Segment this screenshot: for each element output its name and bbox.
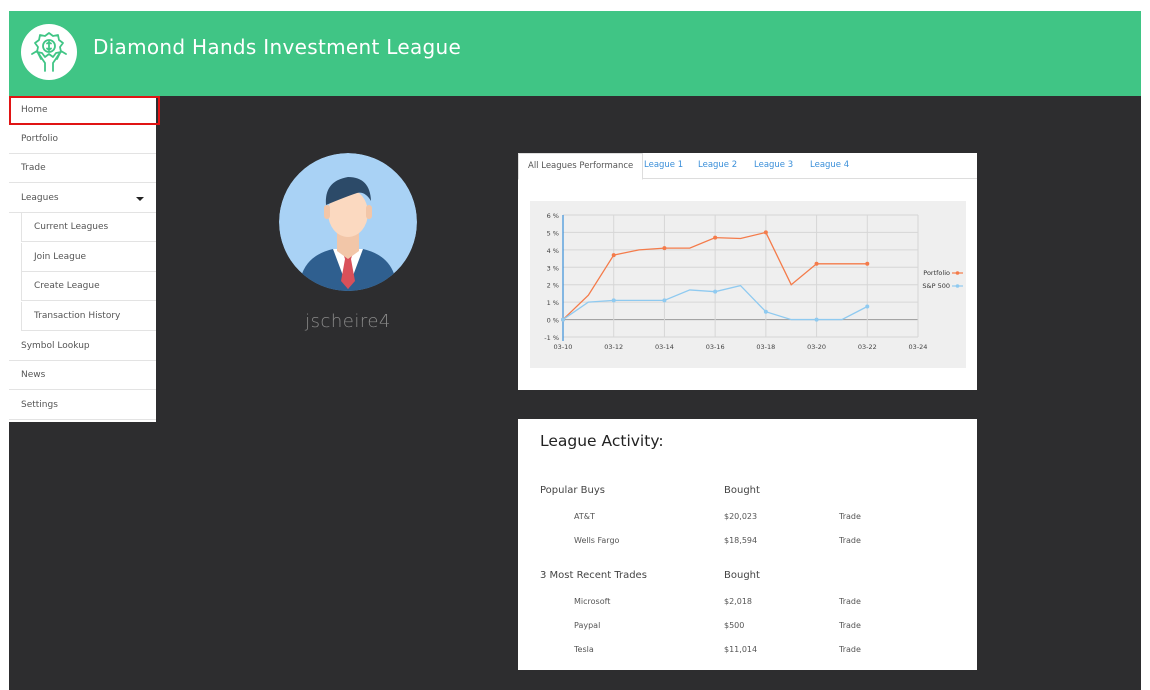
league-activity-card: League Activity: Popular Buys Bought AT&… [518,419,977,670]
x-tick-label: 03-18 [756,343,775,351]
popular-row-name: AT&T [574,512,595,521]
recent-trades-heading: 3 Most Recent Trades [540,570,647,581]
x-tick-label: 03-24 [909,343,928,351]
data-point [865,304,870,309]
recent-row-name: Tesla [574,645,594,654]
legend-marker [955,284,960,288]
chart-tabs: All Leagues Performance League 1 League … [518,153,977,180]
popular-buys-heading: Popular Buys [540,485,605,496]
x-tick-label: 03-22 [858,343,877,351]
tab-all-leagues[interactable]: All Leagues Performance [518,153,644,180]
caret-down-icon [136,197,144,201]
data-point [814,317,819,322]
x-tick-label: 03-20 [807,343,826,351]
app-title: Diamond Hands Investment League [93,35,462,59]
trade-link[interactable]: Trade [839,645,861,654]
sidebar-item-create-league[interactable]: Create League [21,272,156,301]
y-tick-label: 0 % [547,317,559,325]
recent-row-amount: $2,018 [724,597,752,606]
sidebar-item-trade[interactable]: Trade [9,154,156,183]
data-point [814,261,819,266]
sidebar-item-portfolio[interactable]: Portfolio [9,125,156,154]
trade-link[interactable]: Trade [839,536,861,545]
recent-row-name: Paypal [574,621,601,630]
x-tick-label: 03-12 [604,343,623,351]
popular-row-amount: $20,023 [724,512,758,521]
popular-row-name: Wells Fargo [574,536,620,545]
businessman-avatar-icon [279,153,417,291]
sidebar-item-settings[interactable]: Settings [9,391,156,420]
popular-row-amount: $18,594 [724,536,758,545]
username: jscheire4 [305,311,391,332]
line-chart: 6 % 5 % 4 % 3 % 2 % 1 % 0 % -1 % 03-10 03-12 03-14… [530,201,966,368]
popular-bought-header: Bought [724,485,760,496]
legend-label: S&P 500 [922,282,950,290]
sidebar-item-current-leagues[interactable]: Current Leagues [21,213,156,242]
performance-card: All Leagues Performance League 1 League … [518,153,977,390]
sidebar-item-join-league[interactable]: Join League [21,243,156,272]
data-point [611,298,616,303]
y-tick-label: 2 % [547,282,559,290]
y-tick-label: 6 % [547,212,559,220]
activity-title: League Activity: [540,432,664,450]
recent-bought-header: Bought [724,570,760,581]
tab-league-2[interactable]: League 2 [698,153,737,179]
legend-label: Portfolio [923,269,950,277]
sidebar-item-home[interactable]: Home [9,96,160,125]
sidebar: Home Portfolio Trade Leagues Current Lea… [9,96,160,422]
data-point [713,235,718,240]
data-point [662,298,667,303]
y-tick-label: 1 % [547,299,559,307]
tab-league-3[interactable]: League 3 [754,153,793,179]
sidebar-item-news[interactable]: News [9,361,156,390]
data-point [713,289,718,294]
data-point [561,317,565,322]
y-tick-label: 3 % [547,264,559,272]
y-tick-label: 4 % [547,247,559,255]
x-tick-label: 03-10 [554,343,573,351]
sidebar-item-leagues[interactable]: Leagues [9,184,156,213]
app-window: Diamond Hands Investment League Home Por… [9,11,1141,690]
legend-marker [955,271,960,275]
data-point [763,309,768,314]
y-tick-label: -1 % [544,334,559,342]
tab-league-1[interactable]: League 1 [644,153,683,179]
x-tick-label: 03-14 [655,343,674,351]
sidebar-item-leagues-label: Leagues [21,193,59,203]
sidebar-item-transaction-history[interactable]: Transaction History [21,302,156,331]
data-point [865,261,870,266]
recent-row-amount: $11,014 [724,645,758,654]
recent-row-name: Microsoft [574,597,611,606]
sidebar-item-symbol-lookup[interactable]: Symbol Lookup [9,332,156,361]
data-point [763,230,768,235]
trade-link[interactable]: Trade [839,597,861,606]
trade-link[interactable]: Trade [839,512,861,521]
top-header: Diamond Hands Investment League [9,11,1141,96]
y-tick-label: 5 % [547,229,559,237]
data-point [611,253,616,258]
data-point [662,246,667,251]
money-hands-icon[interactable] [21,24,77,80]
trade-link[interactable]: Trade [839,621,861,630]
tab-league-4[interactable]: League 4 [810,153,849,179]
recent-row-amount: $500 [724,621,745,630]
x-tick-label: 03-16 [706,343,725,351]
